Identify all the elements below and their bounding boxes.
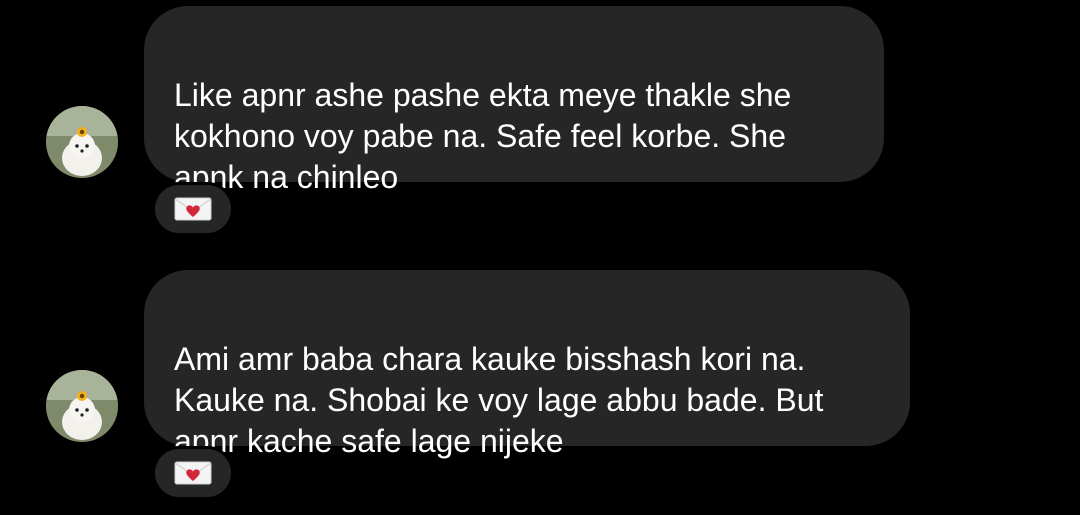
chat-thread: Like apnr ashe pashe ekta meye thakle sh… bbox=[0, 0, 1080, 515]
love-letter-icon bbox=[174, 461, 212, 485]
message-bubble[interactable]: Ami amr baba chara kauke bisshash kori n… bbox=[144, 270, 910, 459]
message-bubble[interactable]: Like apnr ashe pashe ekta meye thakle sh… bbox=[144, 6, 884, 195]
message-reaction[interactable] bbox=[152, 182, 234, 236]
love-letter-icon bbox=[174, 197, 212, 221]
message-text: Like apnr ashe pashe ekta meye thakle sh… bbox=[174, 77, 792, 195]
message-text: Ami amr baba chara kauke bisshash kori n… bbox=[174, 341, 824, 459]
avatar-image bbox=[46, 106, 118, 178]
sender-avatar[interactable] bbox=[46, 106, 118, 178]
sender-avatar[interactable] bbox=[46, 370, 118, 442]
avatar-image bbox=[46, 370, 118, 442]
message-reaction[interactable] bbox=[152, 446, 234, 500]
